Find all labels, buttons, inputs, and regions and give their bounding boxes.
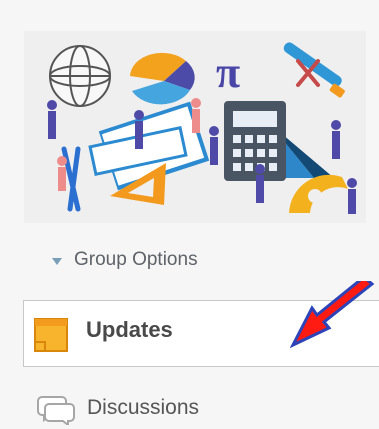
page: π Group Options Updates Discussions — [0, 0, 379, 429]
discussion-icon — [37, 396, 75, 425]
red-arrow-annotation — [290, 281, 375, 349]
svg-text:π: π — [216, 48, 240, 97]
triangle-down-icon — [52, 257, 62, 265]
sidebar-item-label: Discussions — [87, 396, 200, 419]
group-banner-image: π — [24, 31, 366, 223]
group-sidebar: π Group Options Updates Discussions — [0, 0, 379, 429]
group-options-toggle[interactable]: Group Options — [52, 246, 198, 274]
sidebar-item-discussions[interactable]: Discussions — [37, 388, 337, 426]
updates-icon — [34, 318, 68, 352]
math-tools-illustration: π — [24, 31, 366, 223]
sidebar-item-label: Updates — [86, 317, 173, 342]
group-options-label: Group Options — [74, 249, 198, 270]
